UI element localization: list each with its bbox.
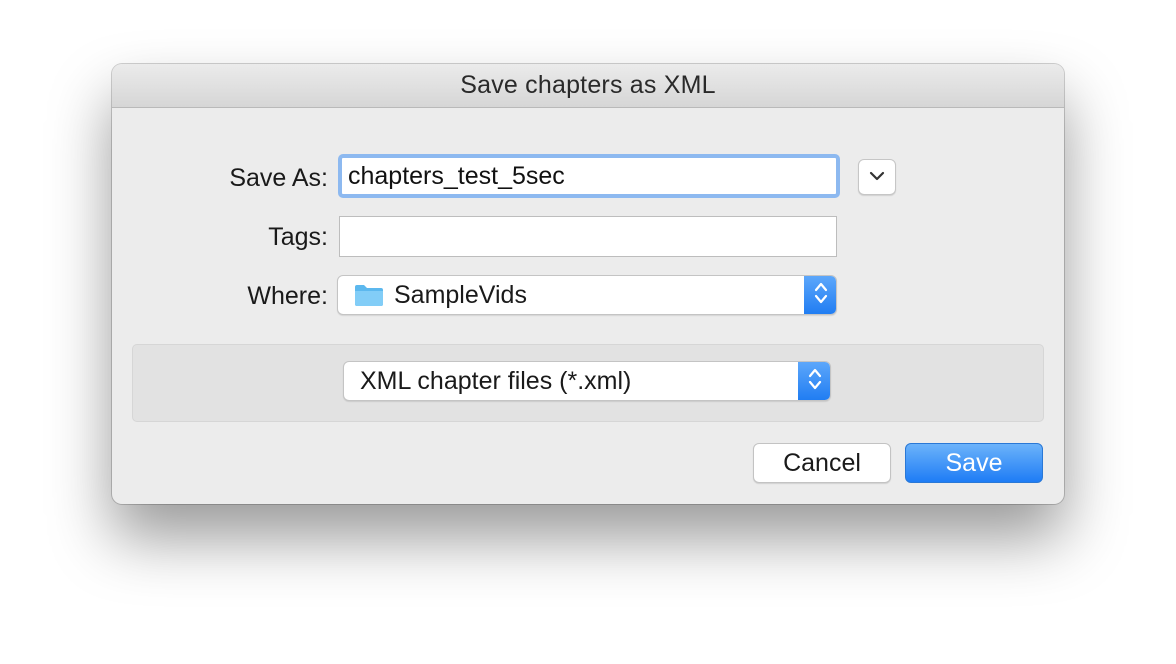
up-down-arrows-icon — [814, 280, 828, 311]
where-label: Where: — [247, 282, 328, 310]
file-format-popup[interactable]: XML chapter files (*.xml) — [343, 361, 831, 401]
tags-label: Tags: — [268, 223, 328, 251]
where-popup[interactable]: SampleVids — [337, 275, 837, 315]
save-as-label: Save As: — [229, 164, 328, 192]
where-value: SampleVids — [394, 280, 527, 309]
save-dialog: Save chapters as XML Save As: Tags: Wher… — [112, 64, 1064, 504]
expand-dialog-button[interactable] — [858, 159, 896, 195]
save-as-input[interactable] — [338, 154, 840, 198]
file-format-panel: XML chapter files (*.xml) — [132, 344, 1044, 422]
up-down-arrows-icon — [808, 366, 822, 397]
file-format-value: XML chapter files (*.xml) — [360, 366, 632, 395]
where-stepper[interactable] — [804, 276, 836, 314]
dialog-title: Save chapters as XML — [460, 71, 716, 99]
cancel-button[interactable]: Cancel — [753, 443, 891, 483]
save-button[interactable]: Save — [905, 443, 1043, 483]
folder-icon — [354, 283, 384, 307]
screen: Save chapters as XML Save As: Tags: Wher… — [0, 0, 1176, 664]
dialog-titlebar[interactable]: Save chapters as XML — [112, 64, 1064, 108]
file-format-stepper[interactable] — [798, 362, 830, 400]
chevron-down-icon — [869, 168, 885, 186]
tags-input[interactable] — [339, 216, 837, 257]
